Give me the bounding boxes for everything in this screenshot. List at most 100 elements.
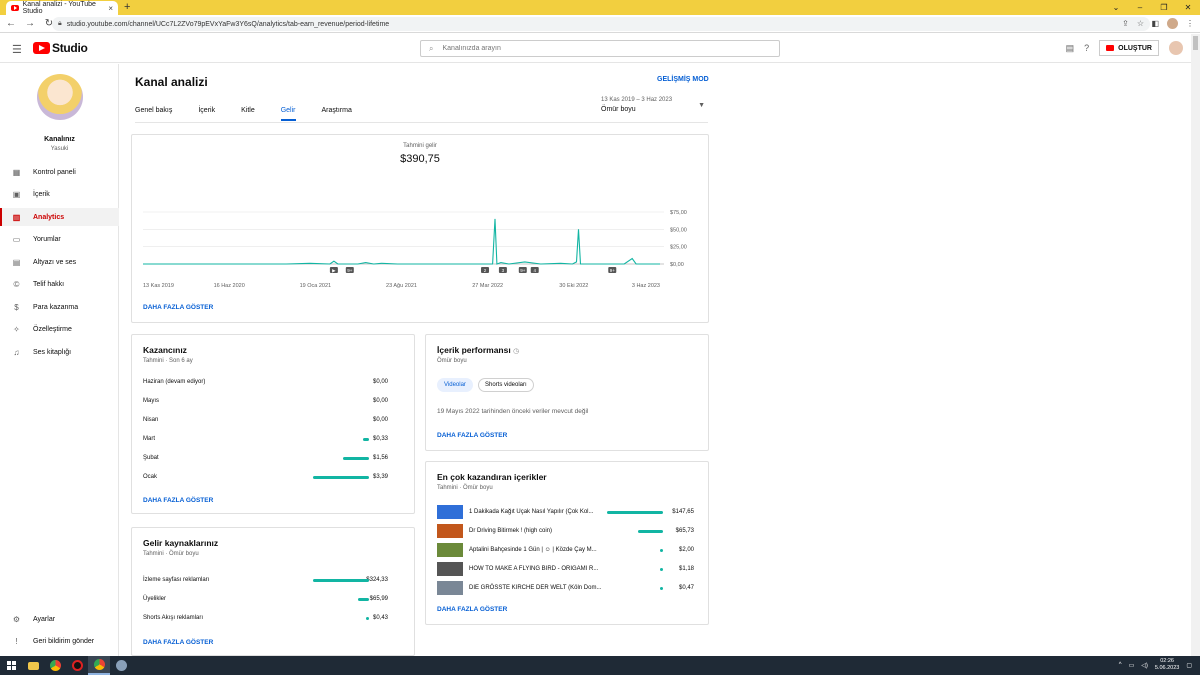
search-input[interactable] bbox=[442, 45, 743, 52]
customization-icon: ✧ bbox=[13, 324, 20, 334]
video-thumbnail[interactable] bbox=[437, 581, 463, 595]
search-box[interactable]: ⌕ bbox=[420, 40, 780, 57]
minimize-button[interactable]: – bbox=[1128, 0, 1152, 15]
video-revenue-bar bbox=[660, 549, 663, 552]
earnings-row-label: Şubat bbox=[143, 455, 159, 461]
video-title[interactable]: Aptalini Bahçesinde 1 Gün | ☺ | Közde Ça… bbox=[469, 547, 597, 553]
earnings-row-bar bbox=[313, 476, 369, 479]
create-video-icon bbox=[1106, 45, 1115, 51]
top-content-show-more-link[interactable]: DAHA FAZLA GÖSTER bbox=[437, 606, 507, 613]
tab-audience[interactable]: Kitle bbox=[241, 100, 255, 121]
url-field[interactable]: 🔒︎ studio.youtube.com/channel/UCc7L2ZVo7… bbox=[52, 17, 1150, 31]
sidebar-item-dashboard[interactable]: ▦ Kontrol paneli bbox=[0, 163, 119, 181]
tab-revenue[interactable]: Gelir bbox=[280, 100, 296, 121]
feedback-icon: ! bbox=[15, 636, 18, 646]
main-content: Kanal analizi GELİŞMİŞ MOD Genel bakış İ… bbox=[119, 64, 1191, 656]
tab-close-icon[interactable]: × bbox=[108, 4, 113, 13]
messages-icon[interactable]: ▤ bbox=[1066, 43, 1075, 54]
studio-logo[interactable]: Studio bbox=[33, 41, 88, 55]
chip-shorts[interactable]: Shorts videoları bbox=[478, 378, 534, 392]
forward-button[interactable]: → bbox=[22, 18, 38, 29]
sidebar-item-audio-library[interactable]: ♫ Ses kitaplığı bbox=[0, 343, 119, 361]
earnings-row-value: $0,00 bbox=[372, 379, 388, 385]
analytics-icon: ▥ bbox=[12, 212, 21, 222]
sidebar-item-monetization[interactable]: $ Para kazanma bbox=[0, 298, 119, 316]
copyright-icon: © bbox=[13, 279, 20, 289]
video-title[interactable]: HOW TO MAKE A FLYING BIRD - ORIGAMI R... bbox=[469, 566, 598, 572]
create-button[interactable]: OLUŞTUR bbox=[1099, 40, 1159, 56]
notifications-icon[interactable]: ▢ bbox=[1186, 662, 1192, 669]
menu-dots-icon[interactable]: ⋮ bbox=[1186, 17, 1194, 31]
analytics-tabs: Genel bakış İçerik Kitle Gelir Araştırma bbox=[135, 100, 378, 121]
star-icon[interactable]: ☆ bbox=[1137, 17, 1144, 31]
sidebar-panel-icon[interactable]: ◧ bbox=[1151, 17, 1159, 31]
taskbar-chrome-active[interactable] bbox=[88, 656, 110, 675]
video-title[interactable]: 1 Dakikada Kağıt Uçak Nasıl Yapılır (Çok… bbox=[469, 509, 594, 515]
page-scrollbar[interactable] bbox=[1191, 34, 1200, 656]
sidebar-item-label: Yorumlar bbox=[33, 235, 61, 243]
tab-research[interactable]: Araştırma bbox=[322, 100, 352, 121]
video-title[interactable]: Dr Driving Bitirmek ! (high coin) bbox=[469, 528, 552, 534]
sidebar-item-feedback[interactable]: ! Geri bildirim gönder bbox=[0, 632, 119, 650]
windows-logo-icon bbox=[6, 661, 16, 670]
video-thumbnail[interactable] bbox=[437, 505, 463, 519]
taskbar-file-explorer[interactable] bbox=[22, 656, 44, 675]
info-icon[interactable]: ◷ bbox=[513, 348, 519, 355]
settings-icon: ⚙ bbox=[12, 614, 21, 624]
sidebar-item-subtitles[interactable]: ▤ Altyazı ve ses bbox=[0, 253, 119, 271]
earnings-row-bar bbox=[343, 457, 369, 460]
earnings-subtitle: Tahmini · Son 6 ay bbox=[143, 358, 193, 364]
channel-avatar[interactable] bbox=[37, 74, 83, 120]
sidebar-item-label: Geri bildirim gönder bbox=[33, 637, 95, 645]
close-window-button[interactable]: ✕ bbox=[1176, 0, 1200, 15]
x-tick-label: 13 Kas 2019 bbox=[143, 283, 174, 289]
profile-avatar[interactable] bbox=[1167, 18, 1178, 29]
taskbar-app-other[interactable] bbox=[110, 656, 132, 675]
scrollbar-thumb[interactable] bbox=[1193, 36, 1198, 50]
date-range-selector[interactable]: 13 Kas 2019 – 3 Haz 2023 Ömür boyu ▼ bbox=[601, 97, 705, 113]
browser-tab[interactable]: Kanal analizi - YouTube Studio × bbox=[6, 1, 118, 15]
share-icon[interactable]: ⇪ bbox=[1122, 17, 1129, 31]
y-tick-label: $75,00 bbox=[670, 210, 687, 216]
volume-icon[interactable]: ◁) bbox=[1141, 662, 1148, 669]
advanced-mode-button[interactable]: GELİŞMİŞ MOD bbox=[657, 76, 709, 83]
chip-videos[interactable]: Videolar bbox=[437, 378, 473, 392]
sidebar-item-label: Analytics bbox=[33, 213, 65, 221]
sources-row-bar bbox=[357, 598, 369, 601]
sidebar-item-label: Ses kitaplığı bbox=[33, 348, 72, 356]
chrome-icon bbox=[49, 660, 61, 671]
start-button[interactable] bbox=[0, 656, 22, 675]
new-tab-button[interactable]: + bbox=[124, 0, 130, 15]
account-avatar[interactable] bbox=[1169, 41, 1183, 55]
chevron-down-icon[interactable]: ⌄ bbox=[1104, 0, 1128, 15]
tab-content[interactable]: İçerik bbox=[198, 100, 215, 121]
revenue-show-more-link[interactable]: DAHA FAZLA GÖSTER bbox=[143, 304, 213, 311]
chart-event-marker-label: 9+ bbox=[520, 268, 526, 273]
sources-row-bar bbox=[313, 579, 369, 582]
performance-show-more-link[interactable]: DAHA FAZLA GÖSTER bbox=[437, 432, 507, 439]
earnings-show-more-link[interactable]: DAHA FAZLA GÖSTER bbox=[143, 497, 213, 504]
sidebar-item-analytics[interactable]: ▥ Analytics bbox=[0, 208, 119, 226]
maximize-button[interactable]: ❐ bbox=[1152, 0, 1176, 15]
sidebar-item-copyright[interactable]: © Telif hakkı bbox=[0, 275, 119, 293]
network-icon[interactable]: ▭ bbox=[1129, 662, 1135, 669]
tab-overview[interactable]: Genel bakış bbox=[135, 100, 172, 121]
taskbar-app-red[interactable] bbox=[66, 656, 88, 675]
tray-chevron-icon[interactable]: ^ bbox=[1119, 662, 1122, 668]
menu-icon[interactable]: ☰ bbox=[12, 43, 22, 56]
back-button[interactable]: ← bbox=[3, 18, 19, 29]
lock-icon: 🔒︎ bbox=[58, 20, 62, 27]
sidebar-item-settings[interactable]: ⚙ Ayarlar bbox=[0, 610, 119, 628]
sidebar-item-customization[interactable]: ✧ Özelleştirme bbox=[0, 320, 119, 338]
help-icon[interactable]: ? bbox=[1084, 43, 1089, 53]
url-text: studio.youtube.com/channel/UCc7L2ZVo79pE… bbox=[66, 20, 390, 28]
clock[interactable]: 02:26 5.06.2023 bbox=[1155, 658, 1179, 672]
taskbar-chrome[interactable] bbox=[44, 656, 66, 675]
sources-show-more-link[interactable]: DAHA FAZLA GÖSTER bbox=[143, 639, 213, 646]
video-thumbnail[interactable] bbox=[437, 562, 463, 576]
sidebar-item-content[interactable]: ▣ İçerik bbox=[0, 185, 119, 203]
video-thumbnail[interactable] bbox=[437, 543, 463, 557]
video-title[interactable]: DIE GRÖSSTE KIRCHE DER WELT (Köln Dom... bbox=[469, 585, 601, 591]
sidebar-item-comments[interactable]: ▭ Yorumlar bbox=[0, 230, 119, 248]
video-thumbnail[interactable] bbox=[437, 524, 463, 538]
